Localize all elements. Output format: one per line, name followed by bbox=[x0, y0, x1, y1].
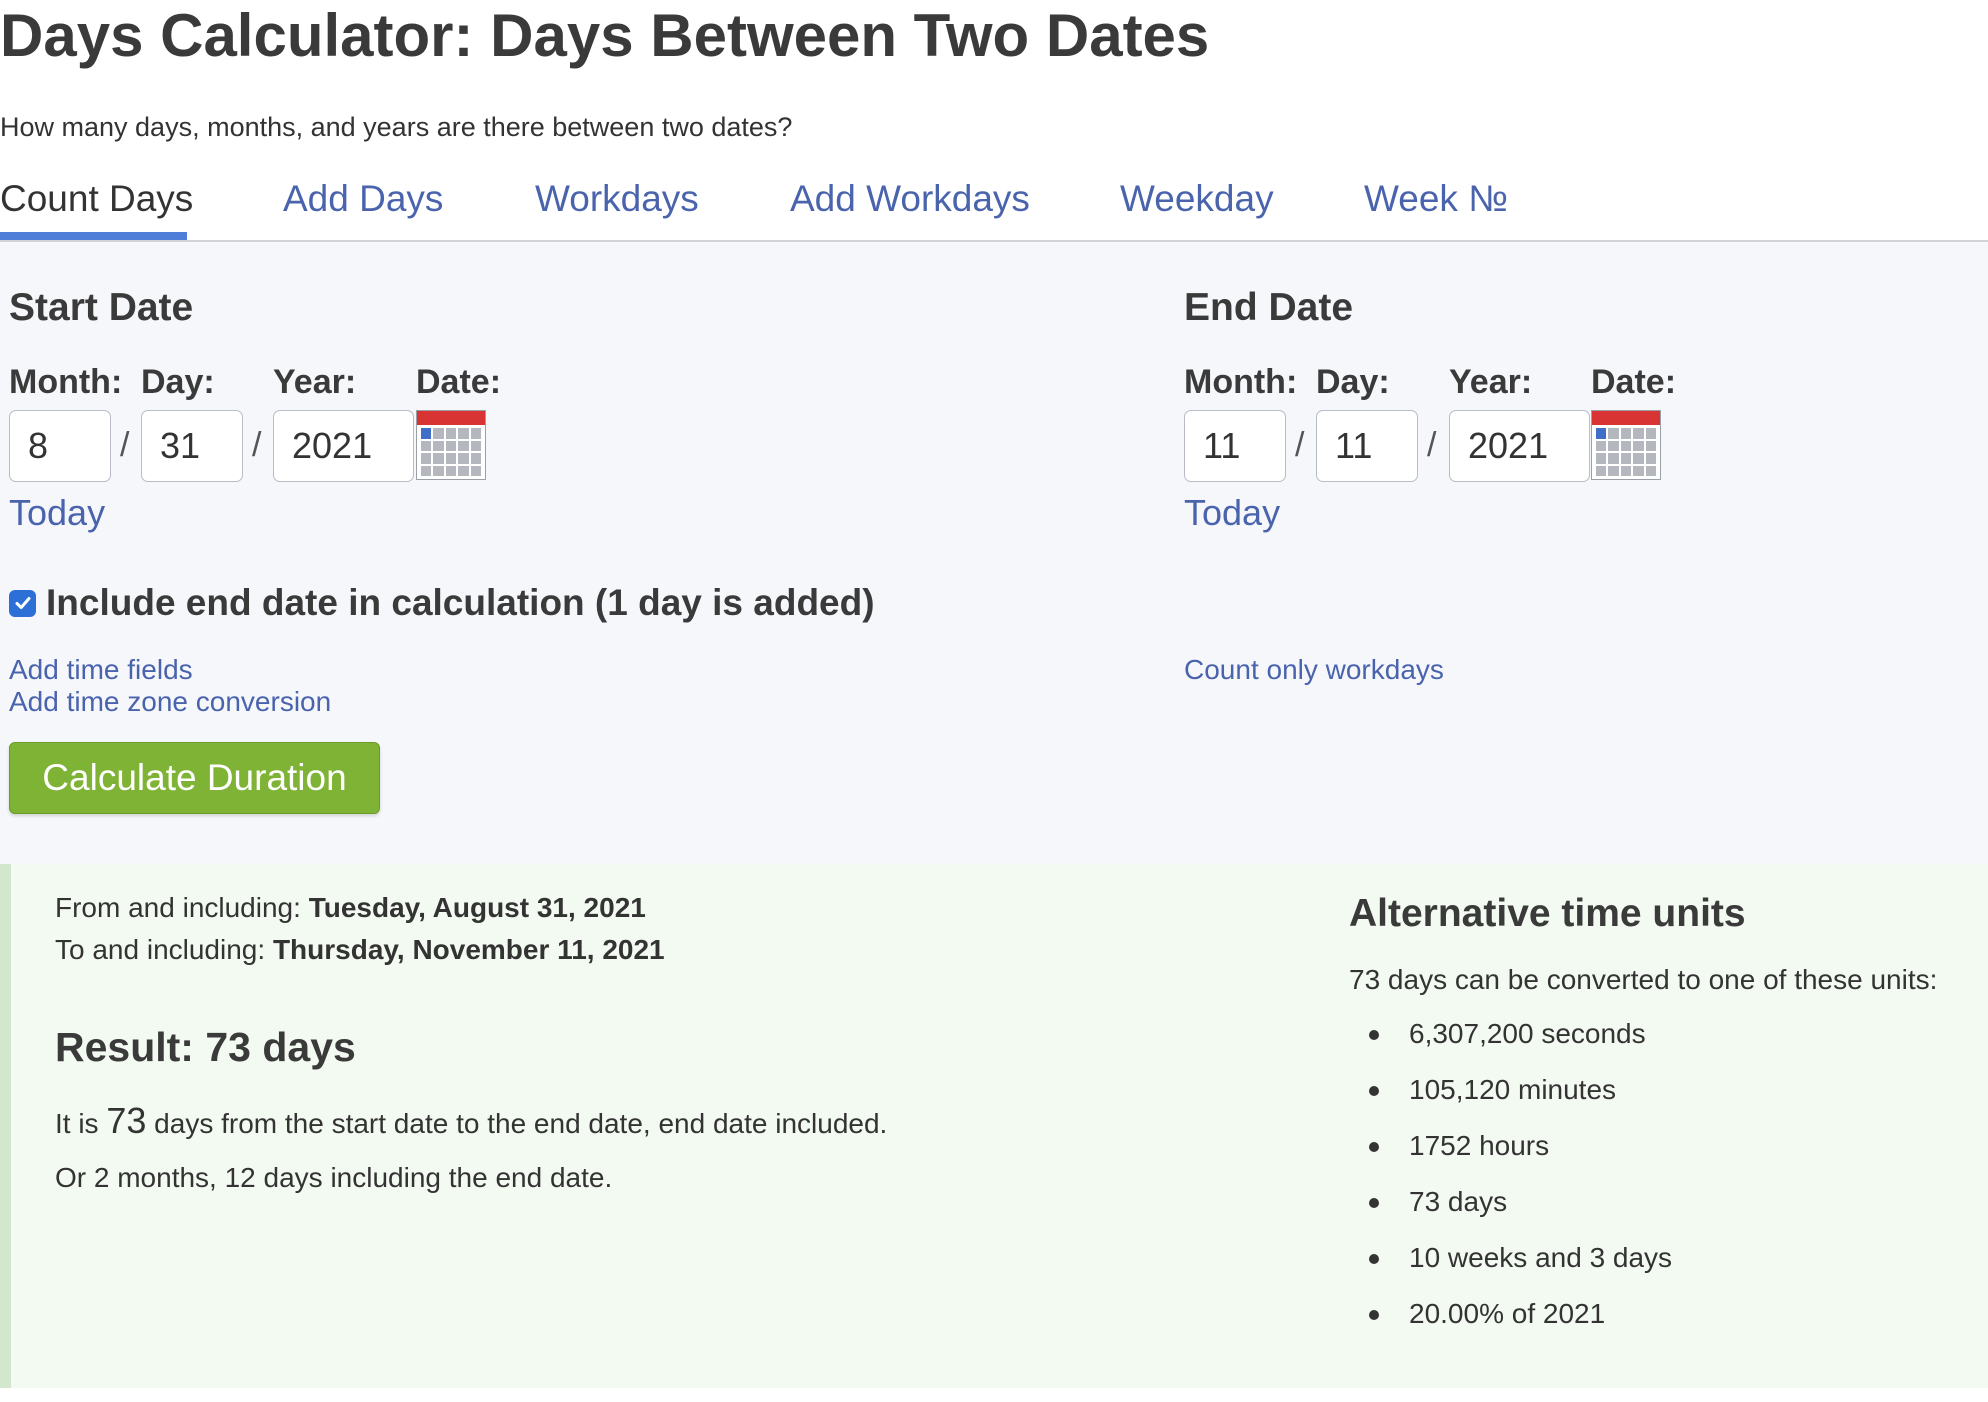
end-today-link[interactable]: Today bbox=[1184, 492, 1280, 534]
unit-value: 105,120 minutes bbox=[1409, 1074, 1617, 1105]
bullet-icon bbox=[1369, 1310, 1379, 1320]
end-month-day-separator: / bbox=[1295, 426, 1305, 464]
start-month-input[interactable] bbox=[9, 410, 111, 482]
unit-value: 10 weeks and 3 days bbox=[1409, 1242, 1673, 1273]
bullet-icon bbox=[1369, 1086, 1379, 1096]
result-months-text: Or 2 months, 12 days including the end d… bbox=[55, 1162, 613, 1193]
list-item: 73 days bbox=[1349, 1184, 1672, 1240]
end-year-label: Year: bbox=[1449, 363, 1533, 401]
end-day-input[interactable] bbox=[1316, 410, 1418, 482]
end-calendar-icon[interactable] bbox=[1591, 410, 1661, 480]
end-month-input[interactable] bbox=[1184, 410, 1286, 482]
active-tab-indicator bbox=[0, 232, 187, 240]
start-day-year-separator: / bbox=[252, 426, 262, 464]
from-value: Tuesday, August 31, 2021 bbox=[308, 892, 646, 923]
checkmark-icon bbox=[15, 597, 30, 609]
include-end-date-label[interactable]: Include end date in calculation (1 day i… bbox=[46, 582, 875, 624]
result-sentence-prefix: It is bbox=[55, 1108, 107, 1139]
start-day-input[interactable] bbox=[141, 410, 243, 482]
result-heading: Result: 73 days bbox=[55, 1024, 356, 1070]
add-time-zone-link[interactable]: Add time zone conversion bbox=[9, 686, 331, 718]
start-month-day-separator: / bbox=[120, 426, 130, 464]
end-date-label: Date: bbox=[1591, 363, 1677, 401]
end-day-year-separator: / bbox=[1427, 426, 1437, 464]
alternative-units-list: 6,307,200 seconds 105,120 minutes 1752 h… bbox=[1349, 1016, 1672, 1352]
tab-add-days[interactable]: Add Days bbox=[283, 178, 443, 220]
end-month-label: Month: bbox=[1184, 363, 1298, 401]
result-panel: From and including: Tuesday, August 31, … bbox=[0, 864, 1988, 1388]
start-today-link[interactable]: Today bbox=[9, 492, 105, 534]
start-date-heading: Start Date bbox=[9, 286, 194, 329]
bullet-icon bbox=[1369, 1254, 1379, 1264]
bullet-icon bbox=[1369, 1142, 1379, 1152]
add-time-fields-link[interactable]: Add time fields bbox=[9, 654, 193, 686]
result-sentence-suffix: days from the start date to the end date… bbox=[146, 1108, 888, 1139]
tab-add-workdays[interactable]: Add Workdays bbox=[790, 178, 1030, 220]
unit-value: 1752 hours bbox=[1409, 1130, 1550, 1161]
page-subtitle: How many days, months, and years are the… bbox=[0, 112, 793, 142]
result-sentence: It is 73 days from the start date to the… bbox=[55, 1100, 887, 1142]
from-label: From and including: bbox=[55, 892, 309, 923]
to-date-line: To and including: Thursday, November 11,… bbox=[55, 934, 665, 966]
alternative-units-heading: Alternative time units bbox=[1349, 892, 1746, 935]
date-form-panel: Start Date Month: Day: Year: Date: / / T… bbox=[0, 242, 1988, 864]
unit-value: 6,307,200 seconds bbox=[1409, 1018, 1646, 1049]
include-end-date-row: Include end date in calculation (1 day i… bbox=[9, 582, 875, 624]
end-day-label: Day: bbox=[1316, 363, 1390, 401]
end-year-input[interactable] bbox=[1449, 410, 1590, 482]
tab-count-days[interactable]: Count Days bbox=[0, 178, 193, 220]
tab-week-number[interactable]: Week № bbox=[1364, 178, 1508, 220]
end-date-heading: End Date bbox=[1184, 286, 1354, 329]
calculate-duration-button[interactable]: Calculate Duration bbox=[9, 742, 380, 814]
list-item: 6,307,200 seconds bbox=[1349, 1016, 1672, 1072]
alternative-units-intro: 73 days can be converted to one of these… bbox=[1349, 964, 1938, 995]
page-title: Days Calculator: Days Between Two Dates bbox=[0, 2, 1210, 69]
tab-workdays[interactable]: Workdays bbox=[535, 178, 699, 220]
start-month-label: Month: bbox=[9, 363, 123, 401]
bullet-icon bbox=[1369, 1198, 1379, 1208]
start-calendar-icon[interactable] bbox=[416, 410, 486, 480]
tab-weekday[interactable]: Weekday bbox=[1120, 178, 1274, 220]
result-day-count: 73 bbox=[106, 1100, 147, 1141]
start-year-input[interactable] bbox=[273, 410, 414, 482]
start-year-label: Year: bbox=[273, 363, 357, 401]
start-day-label: Day: bbox=[141, 363, 215, 401]
bullet-icon bbox=[1369, 1030, 1379, 1040]
to-label: To and including: bbox=[55, 934, 273, 965]
unit-value: 20.00% of 2021 bbox=[1409, 1298, 1606, 1329]
list-item: 20.00% of 2021 bbox=[1349, 1296, 1672, 1352]
to-value: Thursday, November 11, 2021 bbox=[272, 934, 665, 965]
from-date-line: From and including: Tuesday, August 31, … bbox=[55, 892, 646, 924]
calculator-tabs: Count Days Add Days Workdays Add Workday… bbox=[0, 172, 1988, 242]
include-end-date-checkbox[interactable] bbox=[9, 589, 36, 617]
count-only-workdays-link[interactable]: Count only workdays bbox=[1184, 654, 1444, 686]
list-item: 10 weeks and 3 days bbox=[1349, 1240, 1672, 1296]
start-date-label: Date: bbox=[416, 363, 502, 401]
list-item: 1752 hours bbox=[1349, 1128, 1672, 1184]
unit-value: 73 days bbox=[1409, 1186, 1508, 1217]
list-item: 105,120 minutes bbox=[1349, 1072, 1672, 1128]
